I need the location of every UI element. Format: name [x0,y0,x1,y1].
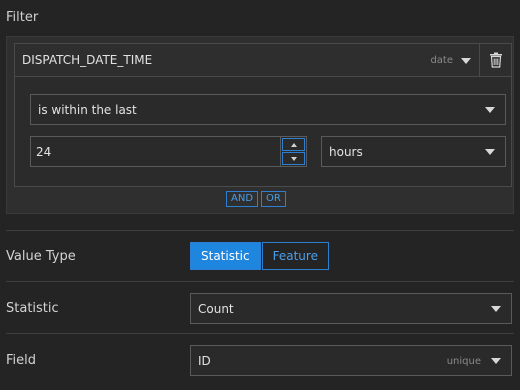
chevron-down-icon [461,58,471,64]
decrement-button[interactable] [282,152,305,165]
value-type-label: Value Type [6,249,76,264]
statistic-label: Statistic [6,301,59,316]
divider [6,333,514,334]
divider [6,281,514,282]
chevron-up-icon [290,142,297,147]
field-tag: unique [446,356,481,367]
unit-select[interactable]: hours [321,136,506,167]
statistic-toggle-button[interactable]: Statistic [190,242,261,270]
increment-button[interactable] [282,138,305,151]
logic-buttons: AND OR [226,191,286,207]
value-stepper [280,137,306,166]
delete-filter-button[interactable] [479,44,511,76]
and-button[interactable]: AND [226,191,259,207]
value-text: 24 [36,145,52,159]
operator-value: is within the last [38,103,137,117]
filter-title: Filter [6,10,39,25]
trash-icon [489,52,502,68]
filter-field-type: date [430,55,453,66]
field-select[interactable]: ID unique [190,345,512,376]
divider [6,230,514,231]
value-type-toggle: Statistic Feature [190,242,329,270]
filter-field-name: DISPATCH_DATE_TIME [22,53,153,67]
statistic-value: Count [198,302,234,316]
operator-select[interactable]: is within the last [30,94,506,125]
statistic-select[interactable]: Count [190,293,512,324]
value-input[interactable]: 24 [30,136,307,167]
or-button[interactable]: OR [261,191,286,207]
filter-panel: DISPATCH_DATE_TIME date is within the la… [6,36,514,214]
filter-field-select[interactable]: DISPATCH_DATE_TIME date [15,44,511,77]
chevron-down-icon [485,107,495,113]
filter-expression-card: DISPATCH_DATE_TIME date is within the la… [14,43,512,187]
feature-toggle-button[interactable]: Feature [261,242,329,270]
chevron-down-icon [290,156,297,161]
field-value: ID [198,354,211,368]
unit-value: hours [329,145,363,159]
chevron-down-icon [485,149,495,155]
chevron-down-icon [491,306,501,312]
chevron-down-icon [491,358,501,364]
field-label: Field [6,353,37,368]
